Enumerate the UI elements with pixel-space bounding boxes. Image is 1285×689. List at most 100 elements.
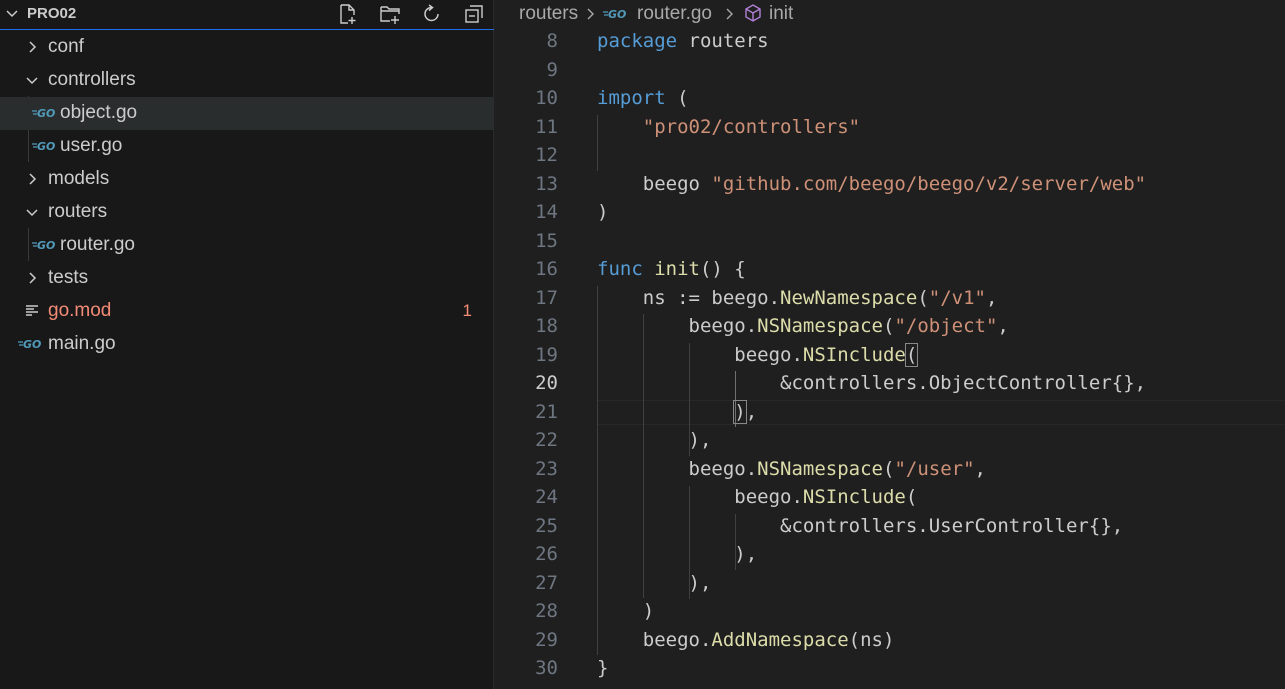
line-number: 26 bbox=[535, 543, 558, 565]
line-number: 9 bbox=[546, 59, 558, 81]
breadcrumb-file[interactable]: router.go bbox=[637, 3, 712, 25]
code-token: ( bbox=[905, 486, 918, 508]
code-token: func bbox=[597, 258, 643, 280]
code-text: beego "github.com/beego/beego/v2/server/… bbox=[597, 173, 1146, 195]
tree-item-label: router.go bbox=[60, 234, 135, 255]
tree-file-main-go[interactable]: GO main.go bbox=[0, 328, 494, 361]
tree-file-object-go[interactable]: GO object.go bbox=[0, 97, 494, 130]
tree-item-label: object.go bbox=[60, 102, 138, 123]
code-line: 9 bbox=[495, 57, 1285, 85]
code-token: ) bbox=[597, 201, 609, 223]
line-number: 22 bbox=[535, 429, 558, 451]
code-token: ), bbox=[597, 429, 712, 451]
code-text: ns := beego.NewNamespace("/v1", bbox=[597, 287, 998, 309]
code-token: , bbox=[997, 315, 1009, 337]
code-text: "pro02/controllers" bbox=[597, 116, 860, 138]
code-line: 8 package routers bbox=[495, 28, 1285, 56]
line-number: 29 bbox=[535, 629, 558, 651]
lines-file-icon bbox=[26, 305, 38, 316]
code-text: ), bbox=[597, 400, 758, 424]
tree-folder-routers[interactable]: routers bbox=[0, 196, 494, 229]
code-token: NewNamespace bbox=[780, 287, 918, 309]
code-token: init bbox=[654, 258, 700, 280]
explorer-panel: PRO02 conf controllers GO object.go GO u… bbox=[0, 0, 494, 689]
tree-folder-models[interactable]: models bbox=[0, 163, 494, 196]
chevron-right-icon bbox=[29, 173, 37, 185]
matched-bracket: ( bbox=[904, 343, 919, 367]
code-line: 16 func init() { bbox=[495, 256, 1285, 284]
tree-file-go-mod[interactable]: go.mod 1 bbox=[0, 295, 494, 328]
explorer-header[interactable]: PRO02 bbox=[0, 0, 494, 30]
code-token: ns := beego. bbox=[597, 287, 781, 309]
problems-badge: 1 bbox=[462, 301, 472, 320]
code-text: beego.NSNamespace("/user", bbox=[597, 458, 986, 480]
code-line: 14 ) bbox=[495, 199, 1285, 227]
tree-file-router-go[interactable]: GO router.go bbox=[0, 229, 494, 262]
breadcrumb-symbol[interactable]: init bbox=[769, 3, 793, 25]
new-file-icon[interactable] bbox=[337, 3, 359, 25]
code-line: 25 &controllers.UserController{}, bbox=[495, 513, 1285, 541]
code-token: beego. bbox=[597, 458, 758, 480]
code-token: import bbox=[597, 87, 666, 109]
code-token: ( bbox=[665, 87, 689, 109]
code-token: ), bbox=[597, 543, 758, 565]
line-number: 19 bbox=[535, 344, 558, 366]
new-folder-icon[interactable] bbox=[379, 3, 401, 25]
code-token: package bbox=[597, 30, 678, 52]
tree-folder-controllers[interactable]: controllers bbox=[0, 64, 494, 97]
code-line: 19 beego.NSInclude( bbox=[495, 342, 1285, 370]
chevron-right-icon bbox=[587, 8, 594, 20]
tree-item-label: tests bbox=[48, 267, 89, 288]
code-text: &controllers.UserController{}, bbox=[597, 515, 1123, 537]
line-number: 28 bbox=[535, 600, 558, 622]
code-line: 15 bbox=[495, 228, 1285, 256]
go-file-icon: GO bbox=[32, 140, 55, 153]
tree-item-label: controllers bbox=[48, 69, 136, 90]
code-editor[interactable]: 8 package routers 9 10 import ( 11 "pro0… bbox=[495, 28, 1285, 689]
code-line: 27 ), bbox=[495, 570, 1285, 598]
code-token: , bbox=[745, 401, 758, 423]
go-file-icon: GO bbox=[32, 107, 55, 120]
code-token: beego. bbox=[597, 344, 803, 366]
chevron-right-icon bbox=[29, 41, 37, 53]
refresh-icon[interactable] bbox=[421, 3, 443, 25]
tree-item-label: go.mod bbox=[48, 300, 112, 321]
collapse-all-icon[interactable] bbox=[463, 3, 485, 25]
tree-folder-conf[interactable]: conf bbox=[0, 31, 494, 64]
code-line: 24 beego.NSInclude( bbox=[495, 484, 1285, 512]
breadcrumb-folder[interactable]: routers bbox=[519, 3, 578, 25]
code-text: ), bbox=[597, 429, 712, 451]
code-token: beego bbox=[597, 173, 712, 195]
code-token: , bbox=[974, 458, 986, 480]
line-number: 10 bbox=[535, 87, 558, 109]
code-token: NSInclude bbox=[802, 486, 906, 508]
code-text: &controllers.ObjectController{}, bbox=[597, 372, 1146, 394]
code-token: "github.com/beego/beego/v2/server/web" bbox=[711, 173, 1147, 195]
code-token: ( bbox=[883, 458, 895, 480]
code-line: 10 import ( bbox=[495, 85, 1285, 113]
code-token: NSNamespace bbox=[757, 315, 883, 337]
code-line: 11 "pro02/controllers" bbox=[495, 114, 1285, 142]
tree-file-user-go[interactable]: GO user.go bbox=[0, 130, 494, 163]
code-token: "pro02/controllers" bbox=[642, 116, 861, 138]
line-number: 8 bbox=[546, 30, 558, 52]
chevron-down-icon[interactable] bbox=[4, 5, 20, 21]
code-token: &controllers.UserController{}, bbox=[597, 515, 1124, 537]
chevron-right-icon bbox=[29, 272, 37, 284]
line-number: 27 bbox=[535, 572, 558, 594]
code-text: beego.NSInclude( bbox=[597, 343, 919, 367]
tree-folder-tests[interactable]: tests bbox=[0, 262, 494, 295]
explorer-title: PRO02 bbox=[27, 5, 77, 22]
code-line: 23 beego.NSNamespace("/user", bbox=[495, 456, 1285, 484]
tree-item-label: main.go bbox=[48, 333, 116, 354]
code-token: "/user" bbox=[894, 458, 975, 480]
code-token: beego. bbox=[597, 315, 758, 337]
code-token: ), bbox=[597, 572, 712, 594]
code-line: 29 beego.AddNamespace(ns) bbox=[495, 627, 1285, 655]
chevron-down-icon bbox=[26, 209, 38, 217]
code-token: AddNamespace bbox=[711, 629, 849, 651]
svg-text:GO: GO bbox=[608, 8, 626, 21]
